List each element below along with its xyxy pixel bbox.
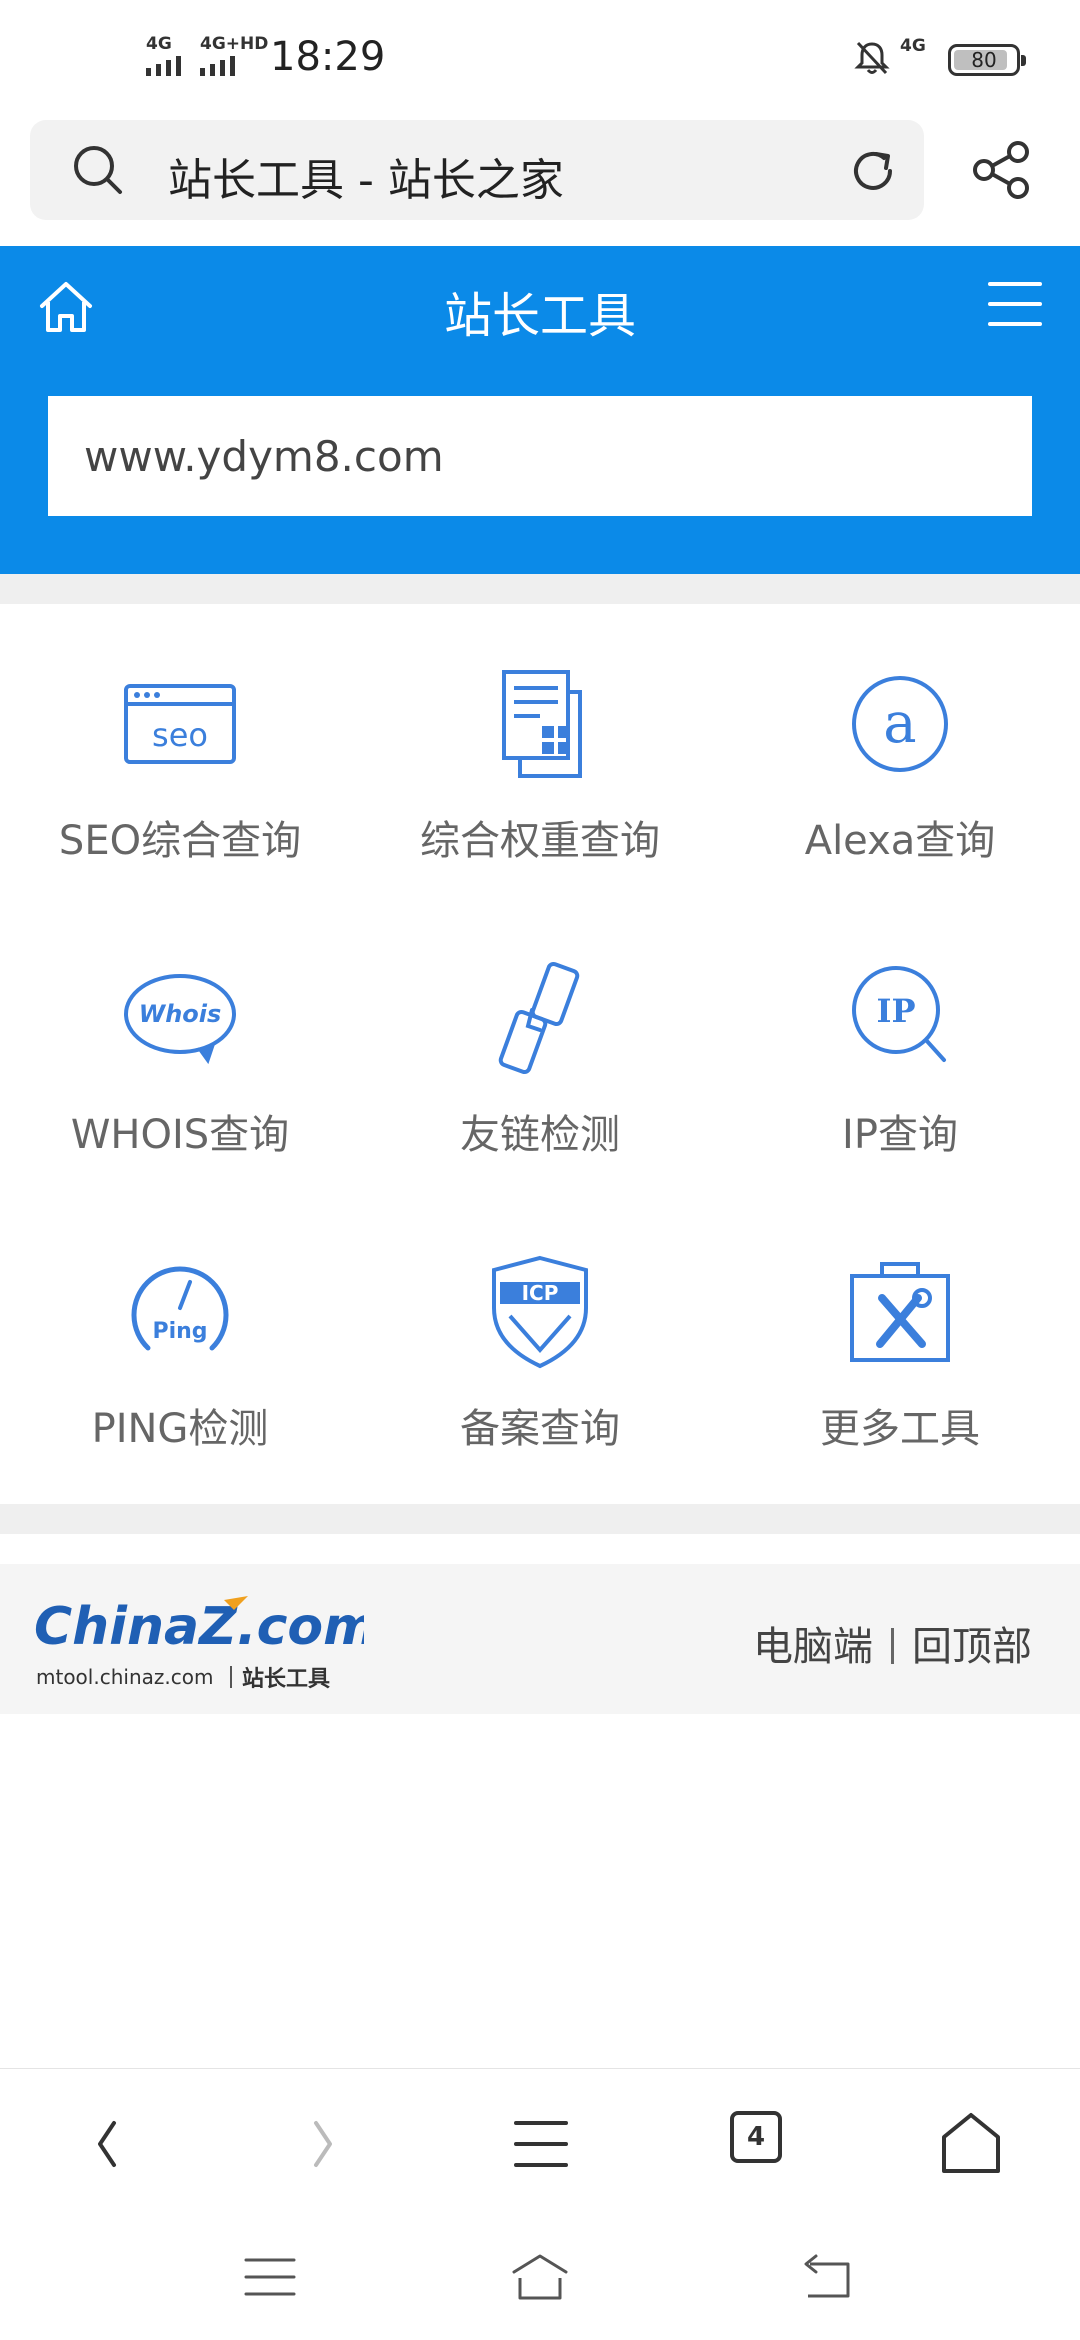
tool-alexa[interactable]: a Alexa查询 xyxy=(720,604,1080,898)
status-bar: 4G 4G+HD 18:29 4G 80 xyxy=(0,0,1080,110)
divider xyxy=(0,1504,1080,1534)
tool-ip[interactable]: IP IP查询 xyxy=(720,898,1080,1192)
toolbox-icon xyxy=(850,1262,950,1362)
recent-apps-icon[interactable] xyxy=(240,2250,300,2304)
svg-text:站长工具: 站长工具 xyxy=(242,1667,330,1692)
tool-grid: seo SEO综合查询 综合权重查询 a Alexa查询 Whois WHOIS… xyxy=(0,604,1080,1504)
tool-ping[interactable]: Ping PING检测 xyxy=(0,1192,360,1486)
status-time: 18:29 xyxy=(270,34,386,80)
svg-text:Whois: Whois xyxy=(139,1000,222,1028)
tool-icp[interactable]: ICP 备案查询 xyxy=(360,1192,720,1486)
tool-label: WHOIS查询 xyxy=(70,1112,290,1158)
tool-label: SEO综合查询 xyxy=(58,818,302,864)
footer: ChinaZ.com mtool.chinaz.com 站长工具 电脑端 回顶部 xyxy=(0,1564,1080,1714)
tool-whois[interactable]: Whois WHOIS查询 xyxy=(0,898,360,1192)
ip-search-icon: IP xyxy=(852,966,946,1062)
svg-text:IP: IP xyxy=(876,992,915,1030)
system-home-icon[interactable] xyxy=(510,2250,570,2304)
divider xyxy=(0,574,1080,604)
tool-label: 友链检测 xyxy=(460,1112,620,1158)
network-indicator: 4G xyxy=(900,36,926,56)
tool-label: 更多工具 xyxy=(820,1406,980,1452)
tool-label: PING检测 xyxy=(91,1406,269,1452)
tool-friendlink[interactable]: 友链检测 xyxy=(360,898,720,1192)
weight-document-icon xyxy=(502,670,582,778)
tool-weight[interactable]: 综合权重查询 xyxy=(360,604,720,898)
address-bar[interactable]: 站长工具 - 站长之家 xyxy=(30,120,924,220)
svg-text:mtool.chinaz.com: mtool.chinaz.com xyxy=(36,1665,213,1689)
tool-label: 综合权重查询 xyxy=(420,818,660,864)
svg-text:ICP: ICP xyxy=(522,1281,559,1305)
page-title: 站长工具 - 站长之家 xyxy=(168,155,564,206)
menu-list-icon[interactable] xyxy=(506,2109,576,2179)
icp-shield-icon: ICP xyxy=(492,1255,588,1369)
desktop-link[interactable]: 电脑端 xyxy=(753,1624,873,1670)
whois-bubble-icon: Whois xyxy=(124,974,236,1065)
chinaz-logo[interactable]: ChinaZ.com mtool.chinaz.com 站长工具 xyxy=(34,1586,364,1696)
tab-count-badge: 4 xyxy=(730,2111,782,2163)
tool-seo[interactable]: seo SEO综合查询 xyxy=(0,604,360,898)
battery-icon: 80 xyxy=(948,44,1026,76)
back-icon[interactable] xyxy=(72,2109,142,2179)
ping-gauge-icon: Ping xyxy=(131,1266,229,1351)
system-back-icon[interactable] xyxy=(796,2250,856,2304)
back-to-top-link[interactable]: 回顶部 xyxy=(912,1624,1032,1670)
site-title: 站长工具 xyxy=(443,288,636,344)
system-navigation-bar xyxy=(0,2216,1080,2340)
domain-query-input[interactable] xyxy=(48,396,1032,516)
svg-text:seo: seo xyxy=(152,716,208,754)
svg-text:Ping: Ping xyxy=(152,1319,207,1344)
svg-text:ChinaZ.com: ChinaZ.com xyxy=(34,1597,364,1657)
seo-icon: seo xyxy=(124,684,236,764)
tool-label: 备案查询 xyxy=(460,1406,620,1452)
forward-icon[interactable] xyxy=(288,2109,358,2179)
share-icon[interactable] xyxy=(970,138,1034,202)
tool-label: Alexa查询 xyxy=(804,818,996,864)
reload-icon[interactable] xyxy=(846,144,900,198)
tool-more[interactable]: 更多工具 xyxy=(720,1192,1080,1486)
site-header: 站长工具 xyxy=(0,246,1080,574)
alexa-icon: a xyxy=(852,676,948,772)
footer-links: 电脑端 回顶部 xyxy=(753,1614,1032,1672)
home-pentagon-icon[interactable] xyxy=(936,2109,1006,2179)
browser-toolbar: 4 xyxy=(0,2068,1080,2216)
search-icon xyxy=(74,146,122,194)
link-separator xyxy=(891,1628,894,1664)
tool-label: IP查询 xyxy=(842,1112,958,1158)
tabs-button[interactable]: 4 xyxy=(728,2109,798,2179)
svg-text:a: a xyxy=(883,691,916,756)
mute-bell-icon xyxy=(854,41,890,75)
menu-icon[interactable] xyxy=(988,282,1042,326)
link-icon xyxy=(498,961,580,1075)
